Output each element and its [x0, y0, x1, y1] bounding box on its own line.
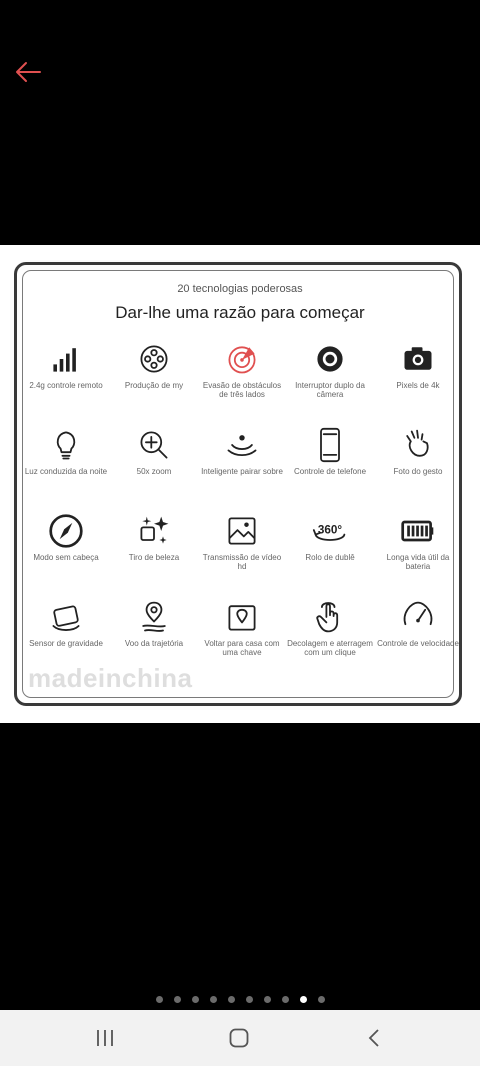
pager-dot[interactable]	[299, 996, 307, 1003]
feature-item: Longa vida útil da bateria	[374, 513, 462, 571]
battery-icon	[401, 520, 434, 542]
svg-text:360°: 360°	[318, 524, 343, 537]
speedometer-icon	[403, 601, 433, 626]
recent-apps-icon	[97, 1030, 113, 1046]
feature-label: Decolagem e aterragem com um clique	[287, 639, 373, 657]
feature-item: Foto do gesto	[374, 427, 462, 476]
pager-dot[interactable]	[155, 996, 163, 1003]
product-image[interactable]: 20 tecnologias poderosas Dar-lhe uma raz…	[0, 245, 480, 723]
light-bulb-icon	[56, 431, 76, 460]
phone-tilt-icon	[52, 605, 80, 631]
home-icon	[229, 1028, 249, 1048]
tap-hand-icon	[316, 602, 339, 633]
radar-icon	[228, 346, 256, 374]
feature-item: Controle de velocidade	[374, 599, 462, 648]
feature-label: Transmissão de vídeo hd	[202, 553, 282, 571]
feature-item: Controle de telefone	[286, 427, 374, 476]
feature-item: 360° Rolo de dublê	[286, 513, 374, 562]
feature-item: Pixels de 4k	[374, 341, 462, 390]
image-icon	[228, 517, 256, 545]
feature-label: Pixels de 4k	[396, 381, 440, 390]
feature-label: Produção de my	[124, 381, 184, 390]
pager-dot[interactable]	[245, 996, 253, 1003]
feature-item: Tiro de beleza	[110, 513, 198, 562]
feature-item: Sensor de gravidade	[22, 599, 110, 648]
feature-label: Luz conduzida da noite	[24, 467, 108, 476]
feature-item: Inteligente pairar sobre	[198, 427, 286, 476]
feature-item: Luz conduzida da noite	[22, 427, 110, 476]
feature-label: Voo da trajetória	[124, 639, 184, 648]
route-pin-icon	[142, 601, 166, 632]
feature-item: Evasão de obstáculos de três lados	[198, 341, 286, 399]
feature-label: Rolo de dublê	[305, 553, 355, 562]
home-button[interactable]	[219, 1024, 259, 1052]
compass-icon	[49, 514, 83, 548]
card-subtitle: 20 tecnologias poderosas	[177, 283, 303, 295]
system-navbar	[0, 1010, 480, 1066]
feature-item: 50x zoom	[110, 427, 198, 476]
map-pin-icon	[228, 605, 256, 631]
smartphone-icon	[320, 427, 340, 463]
feature-label: Controle de velocidade	[377, 639, 459, 648]
camera-lens-icon	[317, 346, 343, 372]
feature-item: Decolagem e aterragem com um clique	[286, 599, 374, 657]
feature-label: Interruptor duplo da câmera	[295, 381, 365, 399]
pager-dot[interactable]	[227, 996, 235, 1003]
feature-label: Longa vida útil da bateria	[386, 553, 450, 571]
feature-label: Controle de telefone	[293, 467, 367, 476]
feature-item: Produção de my	[110, 341, 198, 390]
back-chevron-icon	[368, 1029, 379, 1047]
pager-dot[interactable]	[317, 996, 325, 1003]
feature-item: Transmissão de vídeo hd	[198, 513, 286, 571]
feature-item: Interruptor duplo da câmera	[286, 341, 374, 399]
signal-bars-icon	[53, 348, 76, 372]
feature-label: Evasão de obstáculos de três lados	[202, 381, 282, 399]
hover-icon	[227, 435, 257, 457]
feature-label: Voltar para casa com uma chave	[204, 639, 280, 657]
feature-label: Inteligente pairar sobre	[201, 467, 283, 476]
feature-label: Foto do gesto	[393, 467, 443, 476]
feature-item: Voo da trajetória	[110, 599, 198, 648]
pager-dot[interactable]	[263, 996, 271, 1003]
arrow-left-icon	[16, 62, 41, 82]
feature-label: Modo sem cabeça	[33, 553, 99, 562]
zoom-in-icon	[140, 431, 168, 459]
film-reel-icon	[140, 345, 168, 373]
pager-dot[interactable]	[173, 996, 181, 1003]
pager-dot[interactable]	[209, 996, 217, 1003]
sparkle-icon	[140, 516, 169, 544]
feature-item: Modo sem cabeça	[22, 513, 110, 562]
feature-item: 2.4g controle remoto	[22, 341, 110, 390]
card-title: Dar-lhe uma razão para começar	[115, 303, 365, 322]
gesture-hand-icon	[406, 429, 429, 457]
rotate-360-icon: 360°	[312, 524, 346, 541]
pager-dot[interactable]	[191, 996, 199, 1003]
camera-icon	[404, 347, 432, 370]
pager-dots	[0, 996, 480, 1003]
recent-apps-button[interactable]	[85, 1024, 125, 1052]
pager-dot[interactable]	[281, 996, 289, 1003]
feature-item: Voltar para casa com uma chave	[198, 599, 286, 657]
feature-label: 2.4g controle remoto	[29, 381, 103, 390]
feature-label: 50x zoom	[136, 467, 172, 476]
back-button[interactable]	[10, 55, 46, 89]
nav-back-button[interactable]	[354, 1024, 394, 1052]
feature-label: Tiro de beleza	[128, 553, 180, 562]
feature-label: Sensor de gravidade	[29, 639, 103, 648]
